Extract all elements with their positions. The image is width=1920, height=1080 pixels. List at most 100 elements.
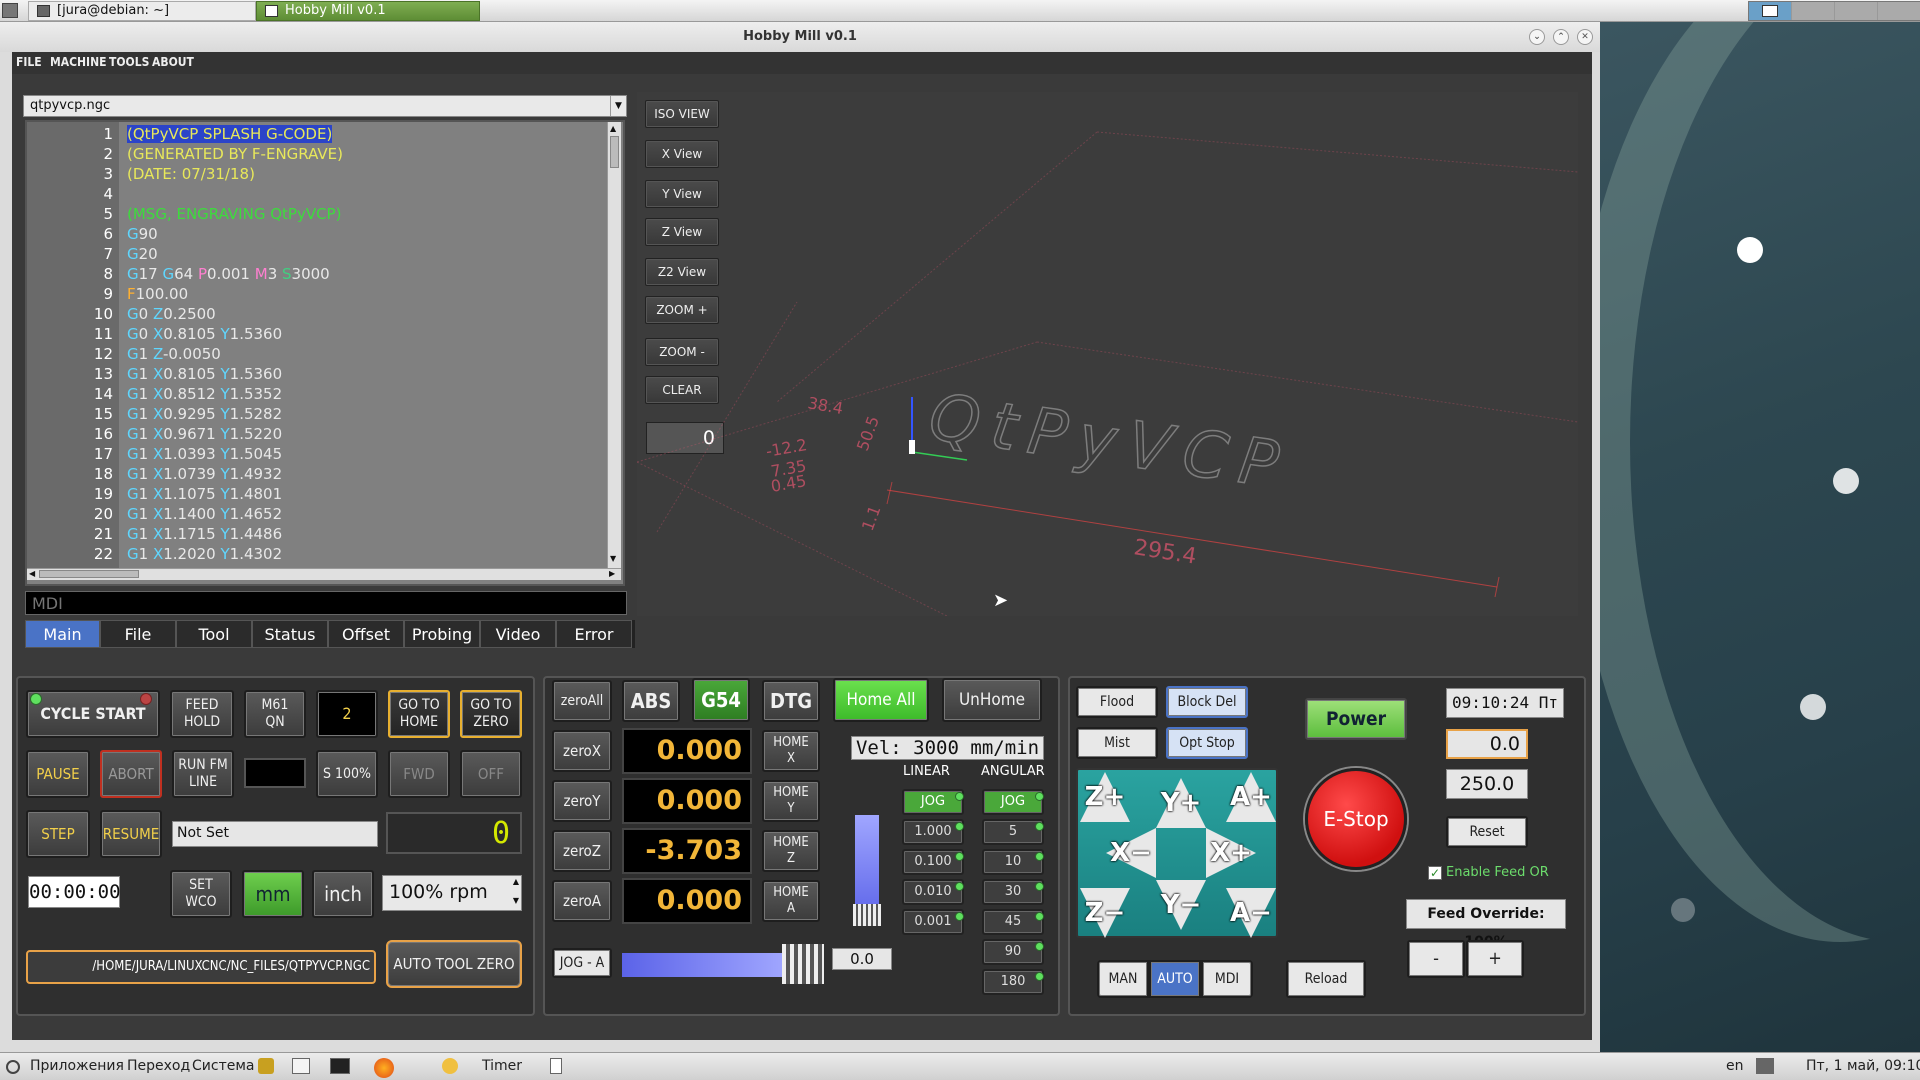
vertical-scrollbar[interactable]: ▲ ▼ bbox=[607, 122, 621, 568]
jog-z-minus-button[interactable]: Z− bbox=[1080, 888, 1130, 938]
set-wco-button[interactable]: SET WCO bbox=[170, 870, 232, 918]
window-titlebar[interactable]: Hobby Mill v0.1 ⌄ ⌃ ✕ bbox=[0, 22, 1600, 52]
menu-about[interactable]: ABOUT bbox=[152, 55, 194, 69]
terminal-icon[interactable] bbox=[330, 1058, 350, 1074]
chevron-down-icon[interactable]: ▼ bbox=[610, 96, 626, 116]
clock[interactable]: Пт, 1 май, 09:10 bbox=[1806, 1058, 1920, 1074]
unhome-button[interactable]: UnHome bbox=[942, 678, 1042, 722]
timer-applet[interactable]: Timer bbox=[482, 1058, 522, 1074]
go-to-home-button[interactable]: GO TO HOME bbox=[388, 690, 450, 738]
angular-step-4[interactable]: 45 bbox=[982, 909, 1044, 935]
auto-tool-zero-button[interactable]: AUTO TOOL ZERO bbox=[386, 940, 522, 988]
optional-stop-button[interactable]: Opt Stop bbox=[1166, 727, 1248, 759]
timer-icon[interactable] bbox=[442, 1058, 458, 1074]
spin-down-icon[interactable]: ▼ bbox=[513, 896, 519, 905]
m61-button[interactable]: M61 QN bbox=[244, 690, 306, 738]
firefox-icon[interactable] bbox=[374, 1058, 394, 1078]
menu-machine[interactable]: MACHINE bbox=[50, 55, 106, 69]
mdi-input[interactable] bbox=[25, 591, 627, 615]
tab-error[interactable]: Error bbox=[556, 620, 632, 648]
linear-step-1[interactable]: 1.000 bbox=[902, 819, 964, 845]
keyboard-layout[interactable]: en bbox=[1726, 1058, 1744, 1074]
power-button[interactable]: Power bbox=[1305, 698, 1407, 740]
mist-button[interactable]: Mist bbox=[1076, 727, 1158, 759]
tab-probing[interactable]: Probing bbox=[404, 620, 480, 648]
reload-button[interactable]: Reload bbox=[1286, 960, 1366, 998]
pause-button[interactable]: PAUSE bbox=[26, 750, 90, 798]
spindle-fwd-button[interactable]: FWD bbox=[388, 750, 450, 798]
jog-speed-slider-horizontal[interactable] bbox=[622, 944, 824, 984]
tab-file[interactable]: File bbox=[100, 620, 176, 648]
scroll-left-icon[interactable]: ◀ bbox=[29, 569, 35, 578]
estop-button[interactable]: E-Stop bbox=[1305, 768, 1407, 870]
g54-button[interactable]: G54 bbox=[692, 678, 750, 722]
abs-button[interactable]: ABS bbox=[622, 680, 680, 722]
spindle-100-button[interactable]: S 100% bbox=[316, 750, 378, 798]
tab-offset[interactable]: Offset bbox=[328, 620, 404, 648]
menu-file[interactable]: FILE bbox=[16, 55, 42, 69]
angular-step-5[interactable]: 90 bbox=[982, 939, 1044, 965]
mode-mdi-button[interactable]: MDI bbox=[1201, 960, 1253, 998]
angular-step-6[interactable]: 180 bbox=[982, 969, 1044, 995]
zero-y-button[interactable]: zeroY bbox=[552, 780, 612, 822]
flood-button[interactable]: Flood bbox=[1076, 686, 1158, 718]
workspace-switcher[interactable] bbox=[1748, 1, 1920, 21]
menu-places[interactable]: Переход bbox=[127, 1058, 190, 1074]
taskbar-item-terminal[interactable]: [jura@debian: ~] bbox=[28, 1, 256, 21]
linear-step-3[interactable]: 0.010 bbox=[902, 879, 964, 905]
menu-system[interactable]: Система bbox=[192, 1058, 254, 1074]
mode-man-button[interactable]: MAN bbox=[1097, 960, 1149, 998]
step-button[interactable]: STEP bbox=[26, 810, 90, 858]
jog-z-plus-button[interactable]: Z+ bbox=[1080, 772, 1130, 822]
jog-speed-slider-vertical[interactable] bbox=[853, 792, 881, 926]
home-y-button[interactable]: HOME Y bbox=[762, 780, 820, 822]
gcode-editor[interactable]: ▲ ▼ ◀ ▶ 1 (QtPyVCP SPLASH G-CODE) 2 (GENERA… bbox=[25, 120, 625, 586]
linear-step-2[interactable]: 0.100 bbox=[902, 849, 964, 875]
angular-step-3[interactable]: 30 bbox=[982, 879, 1044, 905]
spindle-off-button[interactable]: OFF bbox=[460, 750, 522, 798]
tab-status[interactable]: Status bbox=[252, 620, 328, 648]
scroll-thumb[interactable] bbox=[39, 570, 139, 578]
slider-handle[interactable] bbox=[853, 904, 881, 926]
network-icon[interactable] bbox=[1756, 1058, 1774, 1074]
home-a-button[interactable]: HOME A bbox=[762, 880, 820, 922]
minimize-icon[interactable]: ⌄ bbox=[1529, 29, 1545, 45]
workspace-3[interactable] bbox=[1835, 2, 1877, 20]
feed-decrease-button[interactable]: - bbox=[1407, 940, 1465, 978]
gcode-3d-viewer[interactable]: ISO VIEW X View Y View Z View Z2 View ZOOM + Z… bbox=[637, 92, 1578, 616]
inch-button[interactable]: inch bbox=[312, 870, 374, 918]
jog-y-plus-button[interactable]: Y+ bbox=[1156, 778, 1206, 828]
run-from-line-button[interactable]: RUN FM LINE bbox=[172, 750, 234, 798]
resume-button[interactable]: RESUME bbox=[100, 810, 162, 858]
go-to-zero-button[interactable]: GO TO ZERO bbox=[460, 690, 522, 738]
feed-increase-button[interactable]: + bbox=[1466, 940, 1524, 978]
angular-step-0[interactable]: JOG bbox=[982, 789, 1044, 815]
tab-main[interactable]: Main bbox=[25, 620, 100, 648]
home-x-button[interactable]: HOME X bbox=[762, 730, 820, 772]
reset-button[interactable]: Reset bbox=[1446, 816, 1528, 848]
home-z-button[interactable]: HOME Z bbox=[762, 830, 820, 872]
launcher-icon[interactable] bbox=[258, 1058, 274, 1074]
jog-x-plus-button[interactable]: X+ bbox=[1206, 828, 1256, 878]
taskbar-item-hobby-mill[interactable]: Hobby Mill v0.1 bbox=[256, 1, 480, 21]
zero-a-button[interactable]: zeroA bbox=[552, 880, 612, 922]
jog-a-minus-button[interactable]: A− bbox=[1226, 888, 1276, 938]
slider-handle[interactable] bbox=[782, 944, 824, 984]
text-editor-icon[interactable] bbox=[292, 1058, 310, 1074]
scroll-right-icon[interactable]: ▶ bbox=[609, 569, 615, 578]
scroll-down-icon[interactable]: ▼ bbox=[610, 554, 616, 563]
close-icon[interactable]: ✕ bbox=[1577, 29, 1593, 45]
workspace-2[interactable] bbox=[1792, 2, 1834, 20]
run-from-line-field[interactable] bbox=[244, 758, 306, 788]
scroll-thumb[interactable] bbox=[610, 136, 619, 168]
show-desktop-icon[interactable] bbox=[550, 1058, 562, 1074]
home-all-button[interactable]: Home All bbox=[833, 678, 929, 722]
zero-x-button[interactable]: zeroX bbox=[552, 730, 612, 772]
tab-video[interactable]: Video bbox=[480, 620, 556, 648]
terminal-icon[interactable] bbox=[2, 3, 18, 18]
spin-up-icon[interactable]: ▲ bbox=[513, 877, 519, 886]
jog-x-minus-button[interactable]: X− bbox=[1106, 828, 1156, 878]
maximize-icon[interactable]: ⌃ bbox=[1553, 29, 1569, 45]
file-select[interactable]: qtpyvcp.ngc ▼ bbox=[23, 95, 627, 117]
scroll-up-icon[interactable]: ▲ bbox=[610, 124, 616, 133]
